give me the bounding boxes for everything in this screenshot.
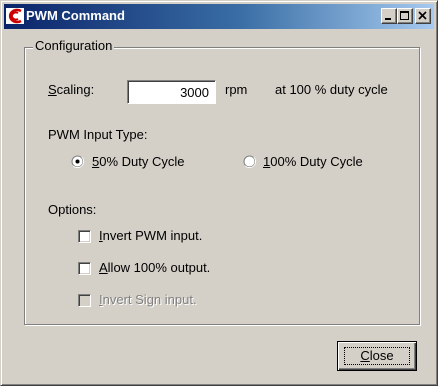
close-button-focus: Close bbox=[344, 347, 410, 365]
pwm-command-window: PWM Command Configuration Scaling: 3000 … bbox=[0, 0, 438, 386]
close-window-button[interactable] bbox=[415, 8, 431, 24]
radio-50-duty-cycle[interactable] bbox=[71, 155, 84, 168]
maximize-icon bbox=[400, 11, 409, 20]
scaling-unit: rpm bbox=[225, 82, 248, 97]
invert-pwm-input-label[interactable]: Invert PWM input. bbox=[99, 228, 202, 243]
minimize-icon bbox=[385, 18, 391, 20]
minimize-button[interactable] bbox=[381, 8, 397, 24]
scaling-label: Scaling: bbox=[48, 82, 95, 97]
options-label: Options: bbox=[48, 202, 97, 217]
pwm-input-type-label: PWM Input Type: bbox=[48, 127, 148, 142]
allow-100-output-checkbox[interactable] bbox=[78, 262, 91, 275]
scaling-value: 3000 bbox=[180, 85, 209, 100]
allow-100-output-label[interactable]: Allow 100% output. bbox=[99, 260, 210, 275]
radio-100-duty-cycle-label[interactable]: 100% Duty Cycle bbox=[263, 154, 363, 169]
close-button[interactable]: Close bbox=[337, 341, 417, 371]
invert-pwm-input-checkbox[interactable] bbox=[78, 230, 91, 243]
invert-sign-input-checkbox bbox=[78, 294, 91, 307]
scaling-duty-note: at 100 % duty cycle bbox=[275, 82, 388, 97]
app-logo-icon bbox=[6, 8, 24, 24]
close-icon bbox=[418, 11, 427, 20]
title-bar[interactable]: PWM Command bbox=[4, 4, 434, 29]
radio-50-duty-cycle-label[interactable]: 50% Duty Cycle bbox=[92, 154, 184, 169]
scaling-input[interactable]: 3000 bbox=[127, 80, 216, 104]
configuration-group-label: Configuration bbox=[33, 38, 115, 53]
invert-sign-input-label: Invert Sign input. bbox=[99, 292, 197, 307]
radio-selected-dot bbox=[75, 159, 80, 164]
maximize-button[interactable] bbox=[397, 8, 413, 24]
radio-100-duty-cycle[interactable] bbox=[243, 155, 256, 168]
window-title: PWM Command bbox=[26, 8, 125, 23]
